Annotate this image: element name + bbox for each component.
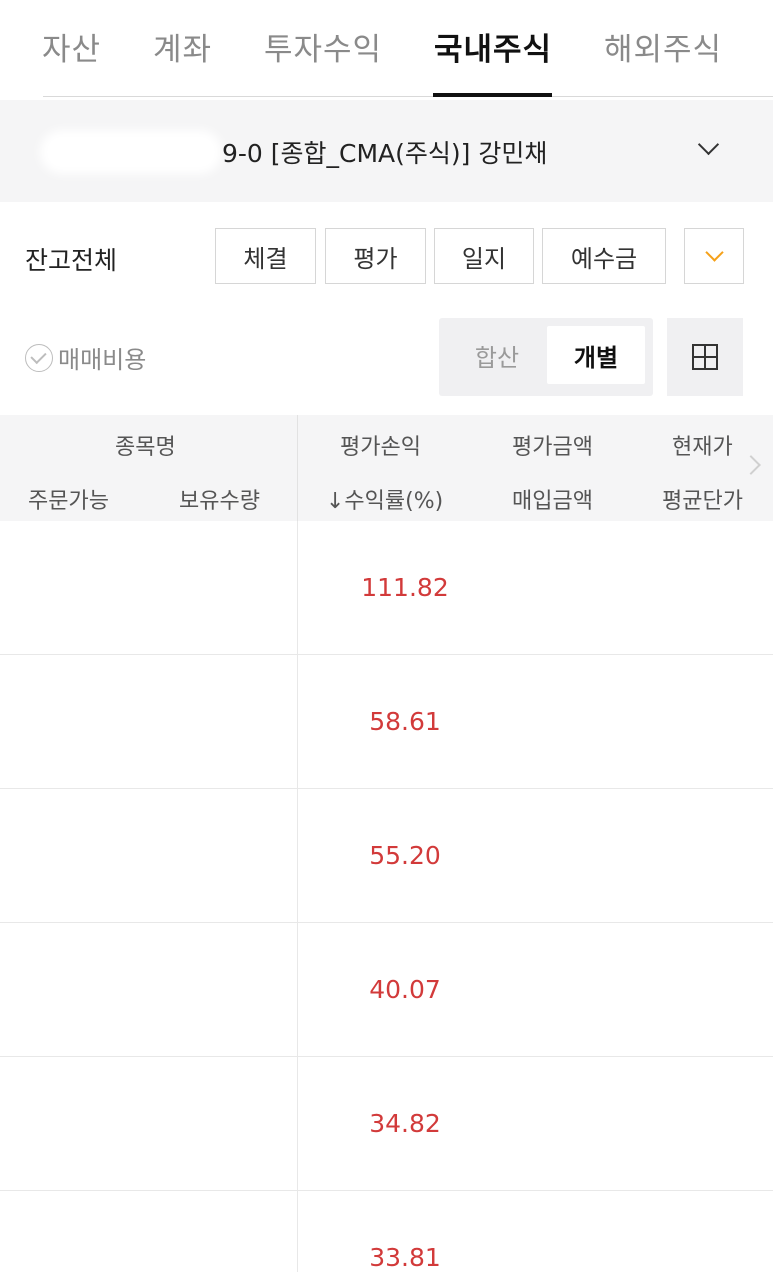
column-settings-button[interactable] xyxy=(667,318,743,396)
top-tab-bar: 자산 계좌 투자수익 국내주식 해외주식 xyxy=(0,0,773,98)
table-row[interactable]: 33.81 xyxy=(0,1191,773,1272)
col-avg-price[interactable]: 평균단가 xyxy=(662,483,743,515)
row-divider xyxy=(297,923,298,1057)
check-circle-icon xyxy=(25,343,53,372)
view-mode-toggle: 합산 개별 xyxy=(439,318,653,396)
table-row[interactable]: 34.82 xyxy=(0,1057,773,1191)
tab-domestic-stocks[interactable]: 국내주식 xyxy=(434,24,552,69)
table-row[interactable]: 40.07 xyxy=(0,923,773,1057)
account-number-mask xyxy=(40,130,222,174)
col-orderable-qty[interactable]: 주문가능 xyxy=(28,483,109,515)
row-divider xyxy=(297,1057,298,1191)
balance-filter-dropdown[interactable]: 잔고전체 xyxy=(25,241,251,277)
chevron-down-icon xyxy=(697,133,720,156)
grid-icon xyxy=(692,344,718,370)
tab-assets[interactable]: 자산 xyxy=(42,24,101,69)
journal-button[interactable]: 일지 xyxy=(434,228,534,284)
more-options-button[interactable] xyxy=(684,228,744,284)
trading-fee-label: 매매비용 xyxy=(58,346,147,374)
account-label: 9-0 [종합_CMA(주식)] 강민채 xyxy=(222,139,548,168)
col-buy-amount[interactable]: 매입금액 xyxy=(512,483,593,515)
return-rate-value: 58.61 xyxy=(369,707,441,736)
active-tab-indicator xyxy=(433,93,552,97)
return-rate-value: 40.07 xyxy=(369,975,441,1004)
executions-button[interactable]: 체결 xyxy=(215,228,316,284)
account-selector[interactable]: 9-0 [종합_CMA(주식)] 강민채 xyxy=(0,100,773,202)
chevron-down-icon xyxy=(704,242,724,262)
tab-overseas-stocks[interactable]: 해외주식 xyxy=(604,24,722,69)
tab-investment-return[interactable]: 투자수익 xyxy=(264,24,382,69)
header-divider xyxy=(297,415,298,521)
col-holding-qty[interactable]: 보유수량 xyxy=(179,483,260,515)
row-divider xyxy=(297,789,298,923)
individual-view-option[interactable]: 개별 xyxy=(547,326,645,384)
table-row[interactable]: 55.20 xyxy=(0,789,773,923)
combined-view-option[interactable]: 합산 xyxy=(447,326,547,384)
table-row[interactable]: 111.82 xyxy=(0,521,773,655)
tabs-divider xyxy=(43,96,773,97)
col-stock-name[interactable]: 종목명 xyxy=(115,429,176,461)
row-divider xyxy=(297,1191,298,1272)
return-rate-value: 33.81 xyxy=(369,1243,441,1272)
holdings-table-body: 111.82 58.61 55.20 40.07 34.82 33.81 xyxy=(0,521,773,1272)
return-rate-value: 34.82 xyxy=(369,1109,441,1138)
return-rate-value: 55.20 xyxy=(369,841,441,870)
filter-row: 잔고전체 체결 평가 일지 예수금 xyxy=(0,226,773,288)
holdings-table-header: 종목명 주문가능 보유수량 평가손익 ↓수익률(%) 평가금액 매입금액 현재가… xyxy=(0,415,773,521)
col-eval-amount[interactable]: 평가금액 xyxy=(512,429,593,461)
col-eval-profit[interactable]: 평가손익 xyxy=(340,429,421,461)
return-rate-value: 111.82 xyxy=(361,573,449,602)
options-row: 매매비용 합산 개별 xyxy=(0,318,773,398)
col-return-rate[interactable]: ↓수익률(%) xyxy=(326,483,443,515)
balance-filter-label: 잔고전체 xyxy=(25,246,118,275)
row-divider xyxy=(297,521,298,655)
tab-account[interactable]: 계좌 xyxy=(153,24,212,69)
table-row[interactable]: 58.61 xyxy=(0,655,773,789)
row-divider xyxy=(297,655,298,789)
trading-fee-checkbox[interactable]: 매매비용 xyxy=(25,340,146,375)
valuation-button[interactable]: 평가 xyxy=(325,228,426,284)
col-current-price[interactable]: 현재가 xyxy=(672,429,733,461)
deposit-button[interactable]: 예수금 xyxy=(542,228,666,284)
